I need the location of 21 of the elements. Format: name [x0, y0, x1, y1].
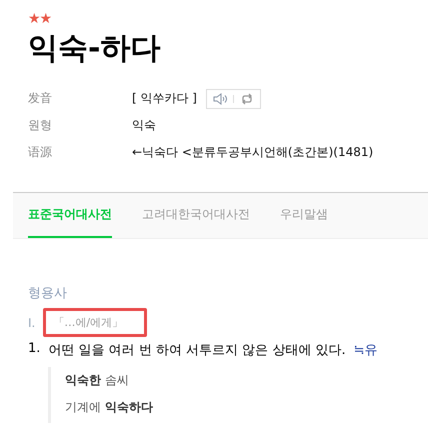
pronunciation-text: [ 익쑤카다 ]: [132, 90, 197, 107]
dictionary-tab[interactable]: 우리말샘: [280, 193, 328, 238]
synonym-link[interactable]: ≒유: [354, 341, 378, 359]
speaker-icon[interactable]: [213, 92, 227, 104]
example-sentence: 기계에 익숙하다: [65, 400, 153, 414]
field-label: 语源: [28, 145, 52, 159]
field-label: 원형: [28, 118, 52, 132]
importance-stars: ★★: [28, 11, 52, 27]
example-sentence: 익숙한 솜씨: [65, 373, 129, 387]
definition-number: 1.: [28, 341, 40, 358]
part-of-speech: 형용사: [28, 286, 67, 301]
field-value: ←닉숙다 <분류두공부시언해(초간본)(1481): [132, 144, 374, 161]
sense-number: I.: [28, 316, 36, 330]
headword: 익숙-하다: [28, 31, 160, 67]
field-value: 익숙: [132, 117, 156, 134]
repeat-icon[interactable]: [240, 92, 254, 104]
dictionary-tab[interactable]: 표준국어대사전: [28, 193, 112, 238]
field-label: 发音: [28, 91, 52, 105]
dictionary-tab[interactable]: 고려대한국어대사전: [142, 193, 250, 238]
pattern-label: 「…에/에게」: [43, 308, 148, 337]
definition-text: 어떤 일을 여러 번 하여 서투르지 않은 상태에 있다.: [48, 342, 346, 359]
